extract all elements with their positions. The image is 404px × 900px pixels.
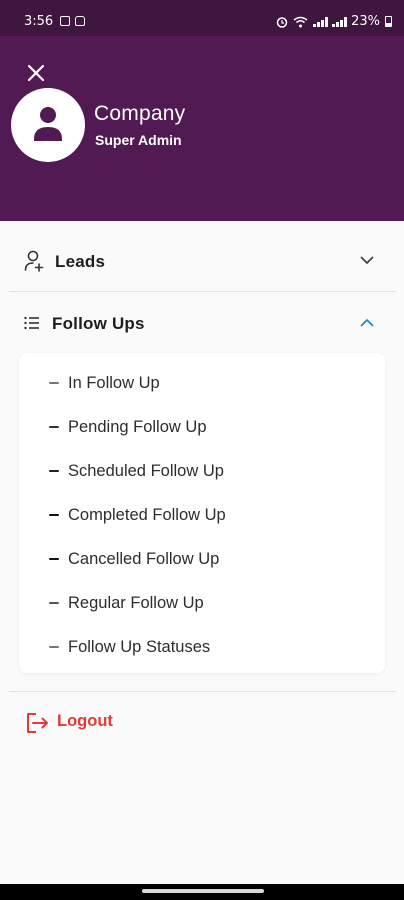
dash-icon: [49, 470, 59, 472]
drawer-header: Company Super Admin: [0, 36, 404, 221]
submenu-item-follow-up-statuses[interactable]: Follow Up Statuses: [19, 629, 385, 665]
submenu-item-scheduled-follow-up[interactable]: Scheduled Follow Up: [19, 453, 385, 489]
submenu-item-pending-follow-up[interactable]: Pending Follow Up: [19, 409, 385, 445]
submenu-item-completed-follow-up[interactable]: Completed Follow Up: [19, 497, 385, 533]
dash-icon: [49, 382, 59, 384]
add-user-icon: [24, 250, 44, 272]
dash-icon: [49, 602, 59, 604]
dash-icon: [49, 426, 59, 428]
signal-icon-1: [313, 16, 328, 27]
menu-item-leads[interactable]: Leads: [0, 241, 404, 281]
status-right-icons: 23%: [276, 14, 392, 29]
submenu-label: In Follow Up: [68, 373, 160, 392]
company-name: Company: [94, 102, 186, 125]
status-bar: 3:56 23%: [0, 0, 404, 36]
logout-button[interactable]: Logout: [0, 704, 404, 742]
user-role: Super Admin: [95, 132, 182, 148]
menu-label-leads: Leads: [55, 252, 106, 271]
submenu-label: Pending Follow Up: [68, 417, 207, 436]
submenu-label: Scheduled Follow Up: [68, 461, 224, 480]
dash-icon: [49, 646, 59, 648]
submenu-item-cancelled-follow-up[interactable]: Cancelled Follow Up: [19, 541, 385, 577]
close-icon[interactable]: [26, 63, 46, 83]
system-nav-bar: [0, 884, 404, 900]
submenu-item-in-follow-up[interactable]: In Follow Up: [19, 365, 385, 401]
chevron-down-icon[interactable]: [360, 256, 374, 265]
battery-percent: 23%: [351, 14, 380, 29]
wifi-icon: [293, 16, 308, 27]
alarm-icon: [276, 16, 288, 28]
avatar: [11, 88, 85, 162]
dash-icon: [49, 558, 59, 560]
list-icon: [24, 316, 39, 330]
status-time: 3:56: [24, 14, 54, 29]
submenu-label: Cancelled Follow Up: [68, 549, 220, 568]
status-notification-icons: [60, 16, 85, 26]
chevron-up-icon[interactable]: [360, 318, 374, 327]
submenu-label: Follow Up Statuses: [68, 637, 211, 656]
menu-label-follow-ups: Follow Ups: [52, 314, 145, 333]
logout-icon: [27, 713, 48, 733]
follow-ups-submenu: In Follow Up Pending Follow Up Scheduled…: [19, 353, 385, 673]
lock-icon: [75, 16, 85, 26]
dash-icon: [49, 514, 59, 516]
gallery-icon: [60, 16, 70, 26]
person-icon: [34, 107, 62, 141]
submenu-label: Regular Follow Up: [68, 593, 204, 612]
battery-icon: [385, 16, 392, 27]
divider: [9, 291, 396, 292]
home-gesture-handle[interactable]: [142, 889, 264, 893]
logout-label: Logout: [57, 712, 113, 730]
divider: [9, 691, 396, 692]
menu-item-follow-ups[interactable]: Follow Ups: [0, 303, 404, 343]
submenu-item-regular-follow-up[interactable]: Regular Follow Up: [19, 585, 385, 621]
signal-icon-2: [332, 16, 347, 27]
submenu-label: Completed Follow Up: [68, 505, 226, 524]
